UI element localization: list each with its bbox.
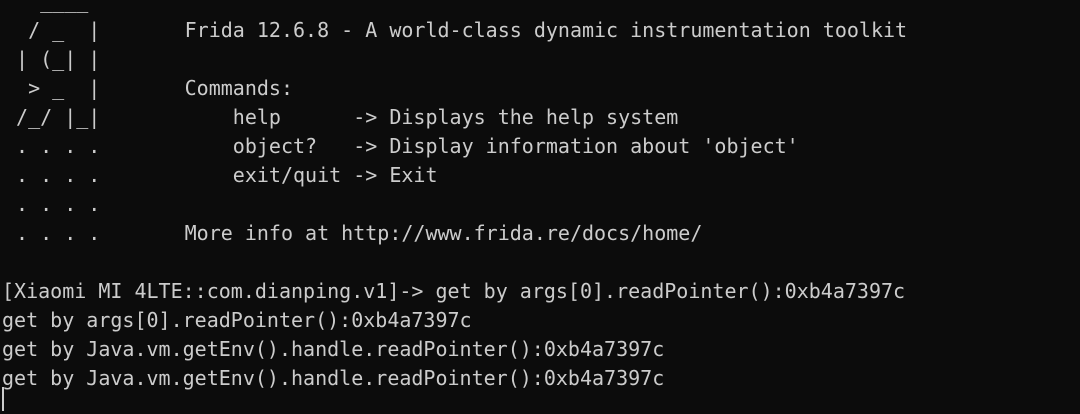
banner-line: . . . . [4,190,1080,219]
banner-line: . . . . object? -> Display information a… [4,132,1080,161]
more-info: More info at http://www.frida.re/docs/ho… [184,221,703,245]
commands-heading: Commands: [184,76,293,100]
banner-ascii: /_/ |_| [4,105,101,129]
banner-line: > _ | Commands: [4,74,1080,103]
banner-dots: . . . . [4,192,101,216]
banner-dots: . . . . [4,221,101,245]
command-help: help -> Displays the help system [184,105,679,129]
output-line: get by Java.vm.getEnv().handle.readPoint… [2,337,665,361]
repl-prompt: [Xiaomi MI 4LTE::com.dianping.v1]-> [2,279,436,303]
banner-line: . . . . exit/quit -> Exit [4,161,1080,190]
banner-ascii: / _ | [4,18,101,42]
banner-line: / _ | Frida 12.6.8 - A world-class dynam… [4,16,1080,45]
banner-ascii: ____ [4,0,89,13]
banner-line: | (_| | [4,45,1080,74]
banner-dots: . . . . [4,134,101,158]
banner-dots: . . . . [4,163,101,187]
frida-banner: ____ / _ | Frida 12.6.8 - A world-class … [4,0,1080,248]
banner-ascii: > _ | [4,76,101,100]
output-line: get by Java.vm.getEnv().handle.readPoint… [2,366,665,390]
command-object: object? -> Display information about 'ob… [184,134,799,158]
banner-line: ____ [4,0,1080,16]
command-exit: exit/quit -> Exit [184,163,438,187]
prompt-line[interactable]: [Xiaomi MI 4LTE::com.dianping.v1]-> get … [2,277,1080,306]
banner-line: . . . . More info at http://www.frida.re… [4,219,1080,248]
console-output: [Xiaomi MI 4LTE::com.dianping.v1]-> get … [2,277,1080,393]
banner-title: Frida 12.6.8 - A world-class dynamic ins… [184,18,908,42]
text-cursor[interactable] [2,387,4,411]
banner-ascii: | (_| | [4,47,101,71]
banner-line: /_/ |_| help -> Displays the help system [4,103,1080,132]
terminal-window[interactable]: ____ / _ | Frida 12.6.8 - A world-class … [0,0,1080,414]
output-line: get by args[0].readPointer():0xb4a7397c [2,308,472,332]
output-line: get by args[0].readPointer():0xb4a7397c [435,279,906,303]
